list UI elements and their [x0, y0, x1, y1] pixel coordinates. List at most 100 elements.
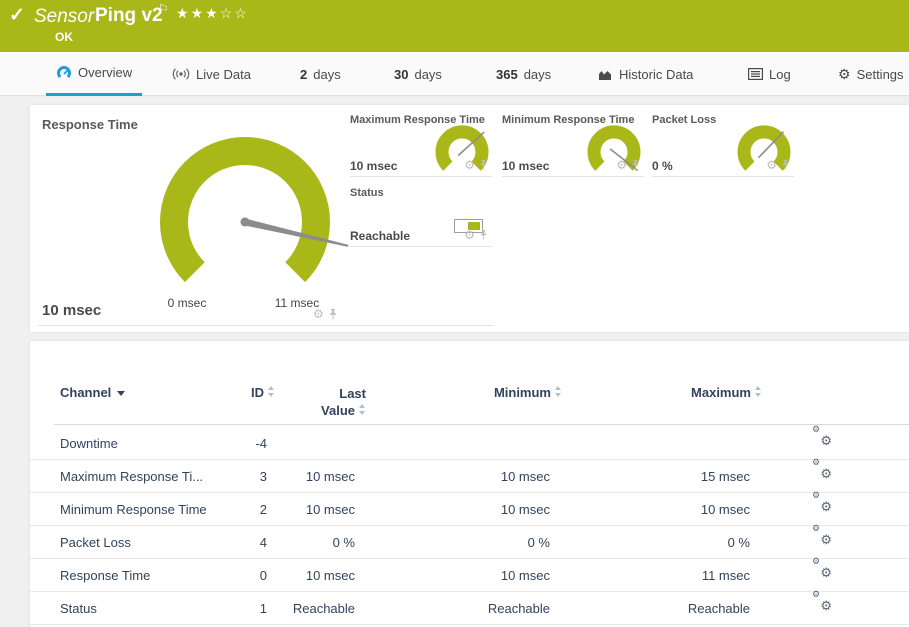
table-row-status[interactable]: Status 1 Reachable Reachable Reachable: [30, 592, 909, 625]
column-header-label: ID: [251, 385, 264, 400]
gauge-title: Packet Loss: [652, 114, 716, 126]
channel-settings-gear-icon[interactable]: [616, 156, 627, 174]
table-row-downtime[interactable]: Downtime -4: [30, 427, 909, 460]
star-filled-icon[interactable]: [176, 5, 191, 21]
tab-live-data-label: Live Data: [196, 67, 251, 82]
channel-settings-gears-icon[interactable]: [812, 559, 832, 577]
cell-minimum: 10 msec: [430, 493, 550, 526]
status-ok-check-icon: [9, 4, 25, 27]
sort-desc-icon: [117, 391, 125, 396]
area-chart-icon: [598, 68, 613, 81]
sort-icon: [359, 404, 366, 415]
channel-settings-gears-icon[interactable]: [812, 592, 832, 610]
tab-settings[interactable]: Settings: [834, 52, 908, 96]
column-header-last-value[interactable]: Last Value: [308, 385, 366, 419]
tab-overview-label: Overview: [78, 65, 132, 80]
tab-365-days[interactable]: 365 days: [492, 52, 555, 96]
tab-historic-data[interactable]: Historic Data: [594, 52, 697, 96]
cell-maximum: 15 msec: [630, 460, 750, 493]
sort-icon: [555, 386, 562, 397]
star-empty-icon[interactable]: [220, 5, 235, 21]
cell-id: 3: [180, 460, 267, 493]
gauge-title: Status: [350, 187, 384, 199]
star-empty-icon[interactable]: [234, 5, 249, 21]
cell-channel: Response Time: [60, 559, 150, 592]
flag-icon[interactable]: [158, 2, 169, 16]
cell-id: 1: [180, 592, 267, 625]
tab-30-days-label: days: [414, 67, 441, 82]
gauge-status: Status Reachable: [350, 187, 492, 247]
table-row-response-time[interactable]: Response Time 0 10 msec 10 msec 11 msec: [30, 559, 909, 592]
tab-30-days-number: 30: [394, 67, 408, 82]
pin-icon[interactable]: [328, 308, 338, 321]
tab-log-label: Log: [769, 67, 791, 82]
gauge-value: Reachable: [350, 229, 410, 243]
cell-id: 0: [180, 559, 267, 592]
cell-channel: Packet Loss: [60, 526, 131, 559]
prtg-sensor-page: Sensor Ping v2 OK Overview Live Data 2 d…: [0, 0, 909, 627]
gauge-scale-min: 0 msec: [157, 296, 217, 310]
cell-last-value: Reachable: [260, 592, 355, 625]
tab-365-days-number: 365: [496, 67, 518, 82]
sensor-name: Ping v2: [95, 5, 163, 27]
cell-maximum: Reachable: [630, 592, 750, 625]
tab-30-days[interactable]: 30 days: [390, 52, 446, 96]
cell-minimum: Reachable: [430, 592, 550, 625]
channel-settings-gear-icon[interactable]: [313, 305, 324, 323]
gauge-icon: [56, 65, 72, 81]
cell-last-value: 10 msec: [260, 493, 355, 526]
header-separator: [54, 424, 909, 425]
cell-minimum: 0 %: [430, 526, 550, 559]
cell-minimum: 10 msec: [430, 460, 550, 493]
channel-settings-gears-icon[interactable]: [812, 427, 832, 445]
pin-icon[interactable]: [479, 159, 488, 171]
live-signal-icon: [172, 67, 190, 81]
tab-settings-label: Settings: [857, 67, 904, 82]
cell-channel: Downtime: [60, 427, 118, 460]
channel-settings-gears-icon[interactable]: [812, 493, 832, 511]
gauge-value: 0 %: [652, 159, 673, 173]
separator: [38, 325, 494, 326]
tab-log[interactable]: Log: [744, 52, 795, 96]
column-header-id[interactable]: ID: [180, 385, 275, 400]
pin-icon[interactable]: [479, 229, 488, 241]
channel-settings-gear-icon[interactable]: [464, 226, 475, 244]
gauge-value: 10 msec: [350, 159, 397, 173]
table-row-packet-loss[interactable]: Packet Loss 4 0 % 0 % 0 %: [30, 526, 909, 559]
priority-stars[interactable]: [176, 5, 249, 22]
tab-live-data[interactable]: Live Data: [168, 52, 255, 96]
channel-settings-gears-icon[interactable]: [812, 460, 832, 478]
channel-settings-gear-icon[interactable]: [766, 156, 777, 174]
cell-last-value: 10 msec: [260, 460, 355, 493]
gauge-maximum-response-time: Maximum Response Time 10 msec: [350, 114, 492, 177]
pin-icon[interactable]: [631, 159, 640, 171]
column-header-label: Minimum: [494, 385, 551, 400]
gauge-title: Response Time: [42, 117, 138, 132]
channel-settings-gear-icon[interactable]: [464, 156, 475, 174]
overview-gauges-panel: Response Time 0 msec 11 msec 10 msec Max…: [30, 105, 909, 332]
star-filled-icon[interactable]: [191, 5, 206, 21]
cell-last-value: 10 msec: [260, 559, 355, 592]
sort-icon: [755, 386, 762, 397]
column-header-maximum[interactable]: Maximum: [650, 385, 762, 400]
column-header-channel[interactable]: Channel: [60, 385, 125, 400]
cell-maximum: 11 msec: [630, 559, 750, 592]
tab-overview[interactable]: Overview: [46, 52, 142, 96]
pin-icon[interactable]: [781, 159, 790, 171]
table-row-minimum-response-time[interactable]: Minimum Response Time 2 10 msec 10 msec …: [30, 493, 909, 526]
column-header-minimum[interactable]: Minimum: [450, 385, 562, 400]
cell-channel: Status: [60, 592, 97, 625]
gauge-value: 10 msec: [42, 302, 101, 319]
object-kind-label: Sensor: [34, 6, 94, 28]
gauge-minimum-response-time: Minimum Response Time 10 msec: [502, 114, 644, 177]
star-filled-icon[interactable]: [205, 5, 220, 21]
tab-bar: Overview Live Data 2 days 30 days 365 da…: [0, 52, 909, 96]
cell-maximum: 10 msec: [630, 493, 750, 526]
gear-icon: [838, 66, 851, 83]
tab-2-days-number: 2: [300, 67, 307, 82]
tab-2-days[interactable]: 2 days: [296, 52, 345, 96]
column-header-label: Channel: [60, 385, 111, 400]
channel-rows: Downtime -4 Maximum Response Ti... 3 10 …: [30, 427, 909, 625]
channel-settings-gears-icon[interactable]: [812, 526, 832, 544]
table-row-maximum-response-time[interactable]: Maximum Response Ti... 3 10 msec 10 msec…: [30, 460, 909, 493]
